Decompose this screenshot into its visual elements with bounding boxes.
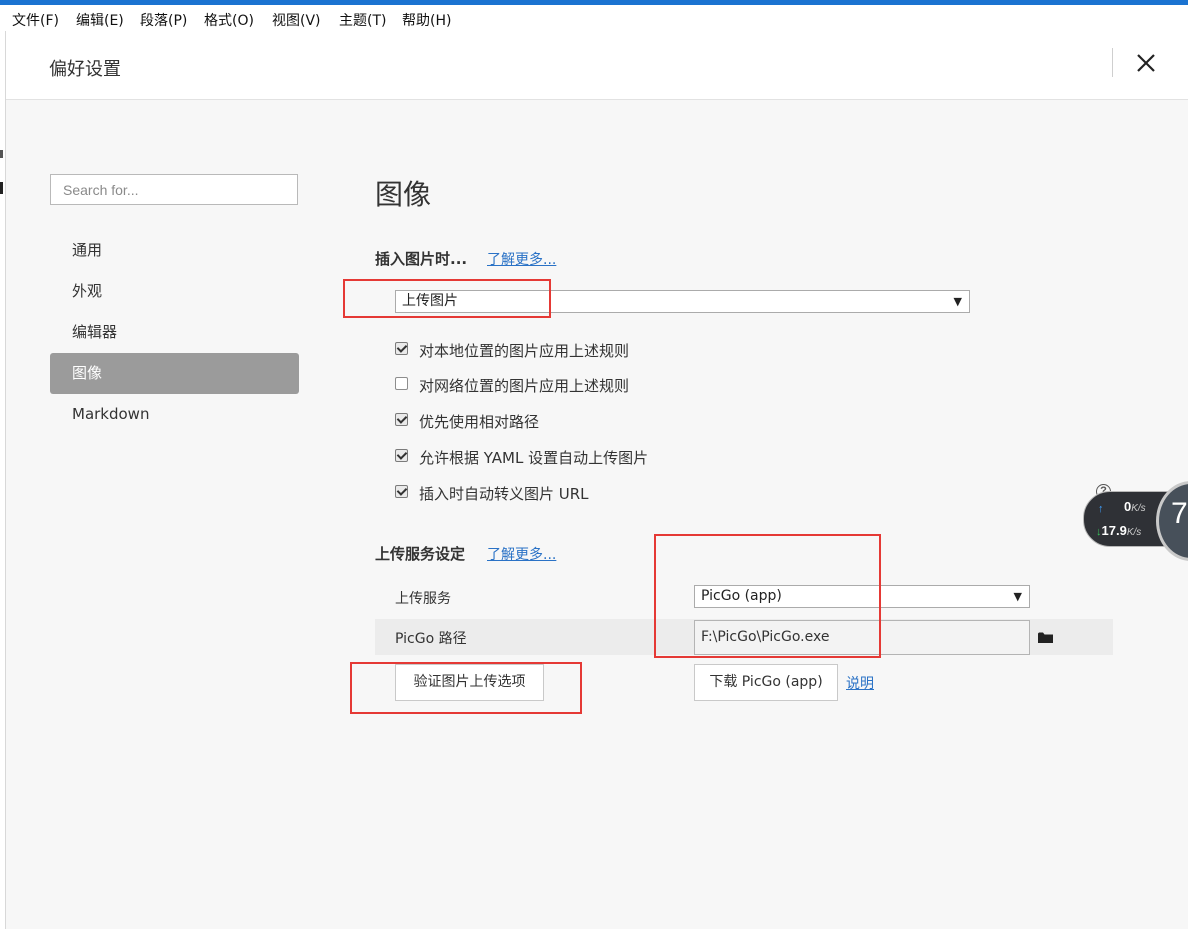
download-speed-readout: ↓17.9K/s [1096, 523, 1141, 538]
menu-theme[interactable]: 主题(T) [339, 10, 386, 30]
sidebar-item-general[interactable]: 通用 [50, 230, 299, 271]
checkbox-escape-url[interactable] [395, 485, 408, 498]
upload-service-settings-label: 上传服务设定 [375, 545, 466, 563]
upload-speed-unit: K/s [1131, 503, 1146, 514]
dialog-title: 偏好设置 [49, 59, 121, 80]
search-input[interactable] [50, 174, 298, 205]
checkbox-relative-path[interactable] [395, 413, 408, 426]
menu-edit[interactable]: 编辑(E) [76, 10, 124, 30]
upload-speed-readout: 0K/s [1124, 499, 1146, 514]
background-fragment [0, 182, 3, 194]
checkbox-network-images[interactable] [395, 377, 408, 390]
menu-help[interactable]: 帮助(H) [402, 10, 451, 30]
header-divider [1112, 48, 1113, 77]
insert-learn-more-link[interactable]: 了解更多... [487, 249, 556, 269]
menu-paragraph[interactable]: 段落(P) [140, 10, 187, 30]
upload-learn-more-link[interactable]: 了解更多... [487, 544, 556, 564]
menu-view[interactable]: 视图(V) [272, 10, 321, 30]
download-speed-unit: K/s [1126, 527, 1142, 538]
option-label: 对本地位置的图片应用上述规则 [419, 342, 630, 360]
dialog-header: 偏好设置 [6, 31, 1188, 100]
upload-arrow-icon: ↑ [1098, 503, 1104, 515]
picgo-path-label: PicGo 路径 [395, 631, 467, 647]
download-speed-value: 17.9 [1101, 523, 1127, 538]
preferences-dialog: 偏好设置 通用 外观 编辑器 图像 Markdown 图像 插入图片时... 了… [5, 31, 1188, 929]
sidebar-item-appearance[interactable]: 外观 [50, 271, 299, 312]
upload-speed: ↑ [1098, 500, 1104, 515]
download-picgo-button[interactable]: 下载 PicGo (app) [694, 664, 838, 701]
annotation-box [343, 279, 551, 318]
option-label: 插入时自动转义图片 URL [419, 485, 589, 503]
close-icon[interactable] [1130, 47, 1162, 79]
menu-file[interactable]: 文件(F) [12, 10, 59, 30]
insert-image-label: 插入图片时... [375, 250, 468, 268]
instructions-link[interactable]: 说明 [846, 673, 874, 693]
option-label: 优先使用相对路径 [419, 413, 540, 431]
dropdown-arrow-icon: ▼ [1013, 590, 1022, 603]
dropdown-arrow-icon: ▼ [953, 295, 962, 308]
checkbox-local-images[interactable] [395, 342, 408, 355]
checkbox-yaml-upload[interactable] [395, 449, 408, 462]
background-fragment [0, 150, 3, 158]
page-title: 图像 [375, 178, 432, 211]
menu-bar: 文件(F) 编辑(E) 段落(P) 格式(O) 视图(V) 主题(T) 帮助(H… [0, 5, 1188, 31]
speed-widget-digit: 7 [1171, 497, 1188, 530]
folder-icon[interactable] [1038, 632, 1053, 643]
option-label: 对网络位置的图片应用上述规则 [419, 377, 630, 395]
upload-service-label: 上传服务 [395, 591, 451, 607]
annotation-box [350, 662, 582, 714]
sidebar-item-image[interactable]: 图像 [50, 353, 299, 394]
option-label: 允许根据 YAML 设置自动上传图片 [419, 449, 649, 467]
annotation-box [654, 534, 881, 658]
sidebar-item-markdown[interactable]: Markdown [50, 394, 299, 435]
menu-format[interactable]: 格式(O) [204, 10, 254, 30]
sidebar-item-editor[interactable]: 编辑器 [50, 312, 299, 353]
